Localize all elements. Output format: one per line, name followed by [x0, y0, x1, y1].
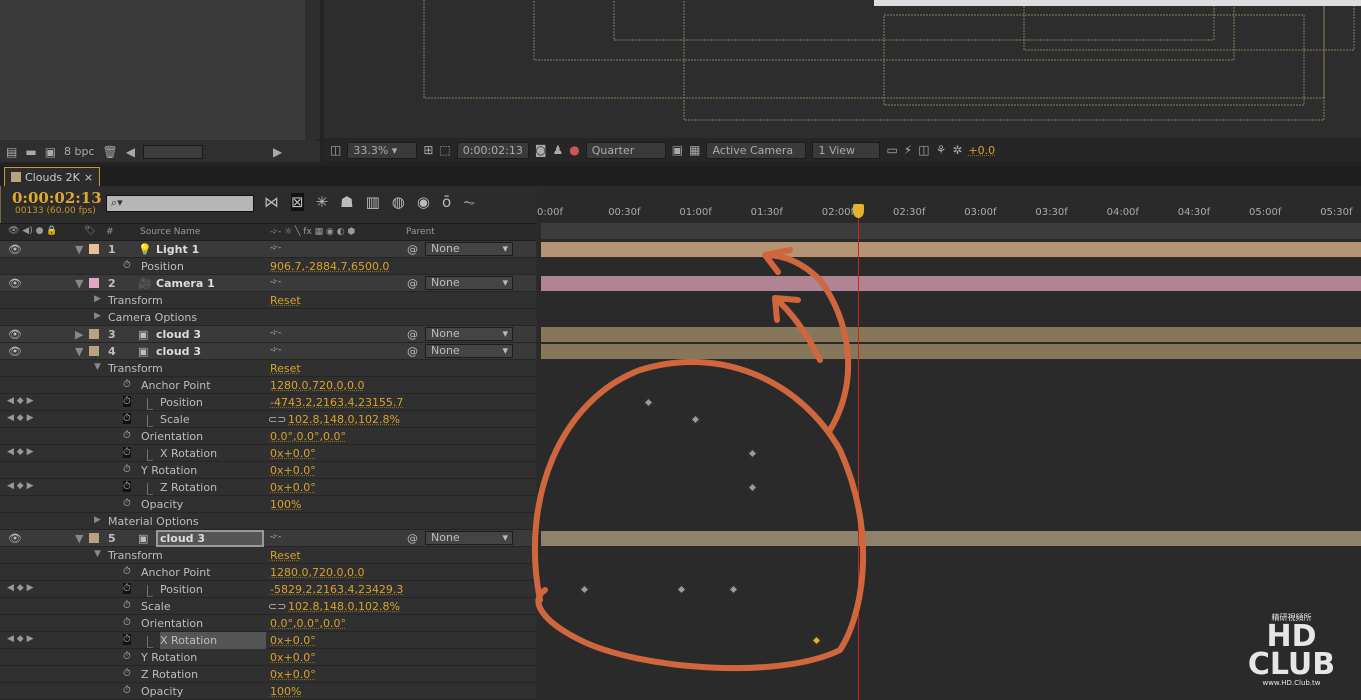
watermark-url: www.HD.Club.tw — [1262, 679, 1321, 687]
watermark-logo: 精研視頻所 HD CLUB www.HD.Club.tw — [1222, 612, 1361, 687]
annotation-arrow-2 — [772, 295, 823, 363]
watermark-title: HD CLUB — [1247, 619, 1336, 682]
hand-drawn-annotation — [531, 247, 867, 672]
annotation-loop — [531, 359, 867, 672]
